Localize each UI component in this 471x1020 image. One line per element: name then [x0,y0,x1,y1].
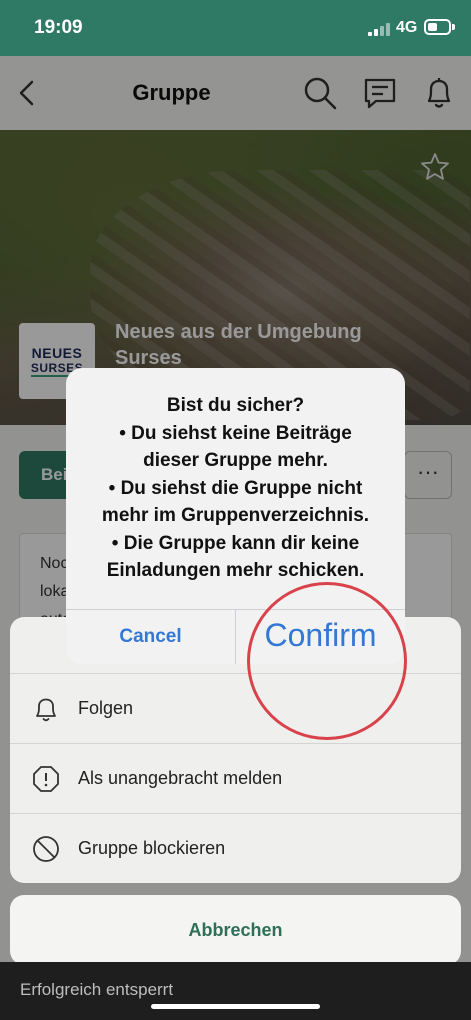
sheet-item-block[interactable]: Gruppe blockieren [10,813,461,883]
battery-tip [452,24,455,30]
toast: Erfolgreich entsperrt [0,962,471,1020]
toast-message: Erfolgreich entsperrt [20,980,174,999]
dialog-line: Bist du sicher? [166,395,305,416]
dialog-cancel-button[interactable]: Cancel [66,610,235,664]
network-label: 4G [396,19,418,36]
sheet-item-label: Gruppe blockieren [78,838,226,858]
sheet-cancel-button[interactable]: Abbrechen [10,895,461,965]
dialog-line: • Du siehst keine Beiträge [119,422,352,444]
status-bar: 19:09 4G [0,0,471,56]
screen: 19:09 4G Gruppe NEUES SURSES Neues aus d… [0,0,471,1020]
signal-icon [368,22,390,36]
dialog-line: • Die Gruppe kann dir keine [111,532,360,554]
block-icon [33,836,59,862]
sheet-item-label: Folgen [78,698,134,718]
alert-octagon-icon [33,766,59,792]
dialog-line: dieser Gruppe mehr. [143,450,328,471]
status-time: 19:09 [34,17,83,38]
dialog-line: • Du siehst die Gruppe nicht [108,477,363,499]
bell-icon [36,698,56,722]
highlight-circle [247,582,407,740]
dialog-message: Bist du sicher? • Du siehst keine Beiträ… [66,392,405,585]
sheet-item-label: Als unangebracht melden [78,768,283,788]
sheet-item-report[interactable]: Als unangebracht melden [10,743,461,813]
dialog-line: mehr im Gruppenverzeichnis. [101,505,370,526]
battery-icon [424,19,451,35]
dialog-line: Einladungen mehr schicken. [106,560,365,581]
home-indicator [151,1004,320,1009]
